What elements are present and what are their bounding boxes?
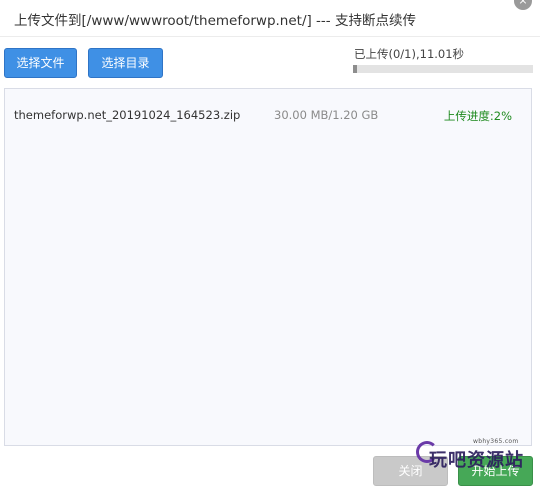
- choose-file-button[interactable]: 选择文件: [4, 48, 77, 78]
- start-upload-button[interactable]: 开始上传: [458, 456, 533, 486]
- close-icon[interactable]: ×: [514, 0, 532, 10]
- file-size: 30.00 MB/1.20 GB: [274, 108, 379, 122]
- overall-progress-bar: [353, 65, 533, 73]
- header-divider: [0, 36, 540, 37]
- upload-progress-summary: 已上传(0/1),11.01秒: [354, 47, 465, 61]
- file-row: themeforwp.net_20191024_164523.zip 30.00…: [5, 108, 531, 124]
- overall-progress-fill: [353, 65, 357, 73]
- file-upload-status: 上传进度:2%: [443, 109, 512, 123]
- choose-directory-button[interactable]: 选择目录: [88, 48, 163, 78]
- upload-dialog: 上传文件到[/www/wwwroot/themeforwp.net/] --- …: [0, 0, 540, 492]
- file-list: themeforwp.net_20191024_164523.zip 30.00…: [4, 88, 532, 446]
- close-button[interactable]: 关闭: [373, 456, 448, 486]
- dialog-title: 上传文件到[/www/wwwroot/themeforwp.net/] --- …: [14, 13, 416, 29]
- file-name: themeforwp.net_20191024_164523.zip: [14, 108, 241, 122]
